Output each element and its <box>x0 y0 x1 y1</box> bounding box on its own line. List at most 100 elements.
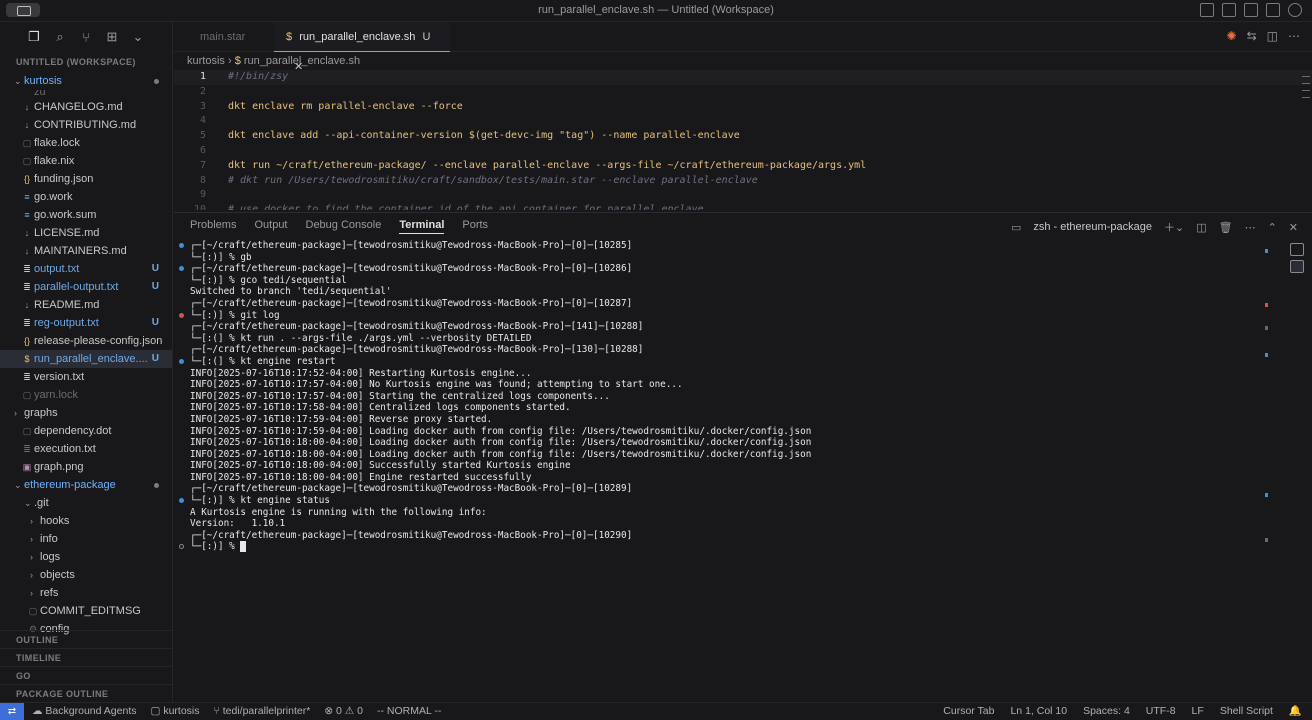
problems-item[interactable]: ⊗ 0 ⚠ 0 <box>324 703 363 720</box>
list-item[interactable]: $ run_parallel_enclave.... U <box>0 350 172 368</box>
code-line[interactable]: 1 #!/bin/zsy <box>174 70 1312 85</box>
section-timeline[interactable]: TIMELINE <box>0 648 173 666</box>
list-item[interactable]: zu <box>0 90 172 98</box>
tab-terminal[interactable]: Terminal <box>399 219 445 234</box>
indentation[interactable]: Spaces: 4 <box>1083 703 1130 720</box>
list-item[interactable]: ↓ CONTRIBUTING.md <box>0 116 172 134</box>
notifications-bell-icon[interactable]: 🔔 <box>1289 703 1302 720</box>
workspace-item[interactable]: ▢ kurtosis <box>151 703 200 720</box>
breadcrumb-folder[interactable]: kurtosis <box>187 55 225 67</box>
open-changes-icon[interactable]: ⇆ <box>1247 29 1257 43</box>
line-ending[interactable]: LF <box>1192 703 1204 720</box>
list-item[interactable]: ↓ README.md <box>0 296 172 314</box>
command-decoration-icon[interactable] <box>179 312 184 318</box>
breadcrumb-file[interactable]: run_parallel_enclave.sh <box>244 55 360 67</box>
folder-graphs[interactable]: › graphs <box>0 404 172 422</box>
tab-output[interactable]: Output <box>254 219 287 234</box>
list-item[interactable]: ≣ execution.txt <box>0 440 172 458</box>
workspace-header[interactable]: UNTITLED (WORKSPACE) <box>0 52 172 72</box>
code-line[interactable]: 9 <box>174 188 1312 203</box>
terminal-instance-icon[interactable] <box>1290 243 1304 256</box>
customize-layout-icon[interactable] <box>1266 3 1280 17</box>
folder-item[interactable]: › objects <box>0 566 172 584</box>
list-item[interactable]: ≣ version.txt <box>0 368 172 386</box>
terminal-instance-icon[interactable] <box>1290 260 1304 273</box>
section-go[interactable]: GO <box>0 666 173 684</box>
code-editor[interactable]: 1 #!/bin/zsy 2 3 dkt enclave rm parallel-enc… <box>174 70 1312 210</box>
chevron-down-icon[interactable]: ⌄ <box>130 29 146 45</box>
branch-item[interactable]: ⑂ tedi/parallelprinter* <box>214 703 311 720</box>
folder-ethereum-package[interactable]: ⌄ ethereum-package <box>0 476 172 494</box>
command-decoration-icon[interactable] <box>179 358 184 364</box>
folder-item[interactable]: › info <box>0 530 172 548</box>
list-item[interactable]: ↓ CHANGELOG.md <box>0 98 172 116</box>
minimap[interactable] <box>1300 70 1312 210</box>
terminal-output[interactable]: ┌─[~/craft/ethereum-package]─[tewodrosmi… <box>179 240 1270 553</box>
list-item[interactable]: ▢ flake.lock <box>0 134 172 152</box>
list-item[interactable]: ↓ MAINTAINERS.md <box>0 242 172 260</box>
code-line[interactable]: 3 dkt enclave rm parallel-enclave --force <box>174 100 1312 115</box>
extensions-icon[interactable]: ⊞ <box>104 29 120 45</box>
split-editor-icon[interactable]: ◫ <box>1267 29 1278 43</box>
trash-icon[interactable]: 🗑 <box>1219 221 1233 234</box>
source-control-icon[interactable]: ⑂ <box>78 30 94 45</box>
language-mode[interactable]: Shell Script <box>1220 703 1273 720</box>
list-item[interactable]: ≣ parallel-output.txt U <box>0 278 172 296</box>
new-terminal-icon[interactable]: ＋⌄ <box>1164 219 1184 235</box>
toggle-secondary-sidebar-icon[interactable] <box>1244 3 1258 17</box>
list-item[interactable]: ▢ dependency.dot <box>0 422 172 440</box>
tab-debug-console[interactable]: Debug Console <box>306 219 382 234</box>
settings-gear-icon[interactable] <box>1288 3 1302 17</box>
list-item[interactable]: ▢ flake.nix <box>0 152 172 170</box>
list-item[interactable]: {} funding.json <box>0 170 172 188</box>
code-line[interactable]: 2 <box>174 85 1312 100</box>
list-item[interactable]: ≡ go.work.sum <box>0 206 172 224</box>
folder-item[interactable]: › refs <box>0 584 172 602</box>
command-decoration-icon[interactable] <box>179 243 184 248</box>
list-item[interactable]: ▣ graph.png <box>0 458 172 476</box>
folder-item[interactable]: › hooks <box>0 512 172 530</box>
more-actions-icon[interactable]: ⋯ <box>1245 221 1256 234</box>
code-line[interactable]: 7 dkt run ~/craft/ethereum-package/ --enc… <box>174 159 1312 174</box>
chevron-right-icon: › <box>30 516 33 526</box>
code-line[interactable]: 10 # use docker to find the container id … <box>174 203 1312 210</box>
more-actions-icon[interactable]: ⋯ <box>1288 29 1300 43</box>
close-icon[interactable]: ✕ <box>1289 221 1298 234</box>
command-decoration-icon[interactable] <box>179 544 184 550</box>
code-line[interactable]: 8 # dkt run /Users/tewodrosmitiku/craft/s… <box>174 174 1312 189</box>
list-item[interactable]: ≣ reg-output.txt U <box>0 314 172 332</box>
cursor-tab-item[interactable]: Cursor Tab <box>943 703 994 720</box>
list-item[interactable]: ▢ yarn.lock <box>0 386 172 404</box>
code-line[interactable]: 4 <box>174 114 1312 129</box>
terminal-name[interactable]: zsh - ethereum-package <box>1033 221 1152 233</box>
encoding[interactable]: UTF-8 <box>1146 703 1176 720</box>
command-decoration-icon[interactable] <box>179 266 184 272</box>
explorer-icon[interactable]: ❐ <box>26 29 42 45</box>
remote-icon[interactable]: ⇄ <box>0 703 24 720</box>
list-item[interactable]: {} release-please-config.json <box>0 332 172 350</box>
code-line[interactable]: 6 <box>174 144 1312 159</box>
command-decoration-icon[interactable] <box>179 498 184 504</box>
list-item[interactable]: ▢ COMMIT_EDITMSG <box>0 602 172 620</box>
folder-git[interactable]: ⌄ .git <box>0 494 172 512</box>
folder-kurtosis[interactable]: ⌄ kurtosis <box>0 72 172 90</box>
background-agents-item[interactable]: ☁ Background Agents <box>32 703 137 720</box>
list-item[interactable]: ≣ output.txt U <box>0 260 172 278</box>
list-item[interactable]: ≡ go.work <box>0 188 172 206</box>
section-package-outline[interactable]: PACKAGE OUTLINE <box>0 684 173 702</box>
maximize-panel-icon[interactable]: ⌃ <box>1268 221 1277 234</box>
tab-run-parallel-enclave[interactable]: $ run_parallel_enclave.sh U ✕ <box>274 22 450 73</box>
toggle-primary-sidebar-icon[interactable] <box>1200 3 1214 17</box>
folder-item[interactable]: › logs <box>0 548 172 566</box>
cursor-position[interactable]: Ln 1, Col 10 <box>1010 703 1067 720</box>
tab-main-star[interactable]: main.star <box>174 22 274 52</box>
toggle-panel-icon[interactable] <box>1222 3 1236 17</box>
code-line[interactable]: 5 dkt enclave add --api-container-version… <box>174 129 1312 144</box>
tab-ports[interactable]: Ports <box>462 219 488 234</box>
section-outline[interactable]: OUTLINE <box>0 630 173 648</box>
search-icon[interactable]: ⌕ <box>52 29 68 45</box>
split-terminal-icon[interactable]: ◫ <box>1196 221 1206 234</box>
list-item[interactable]: ↓ LICENSE.md <box>0 224 172 242</box>
ai-sparkle-icon[interactable]: ✺ <box>1227 29 1237 43</box>
tab-problems[interactable]: Problems <box>190 219 236 234</box>
